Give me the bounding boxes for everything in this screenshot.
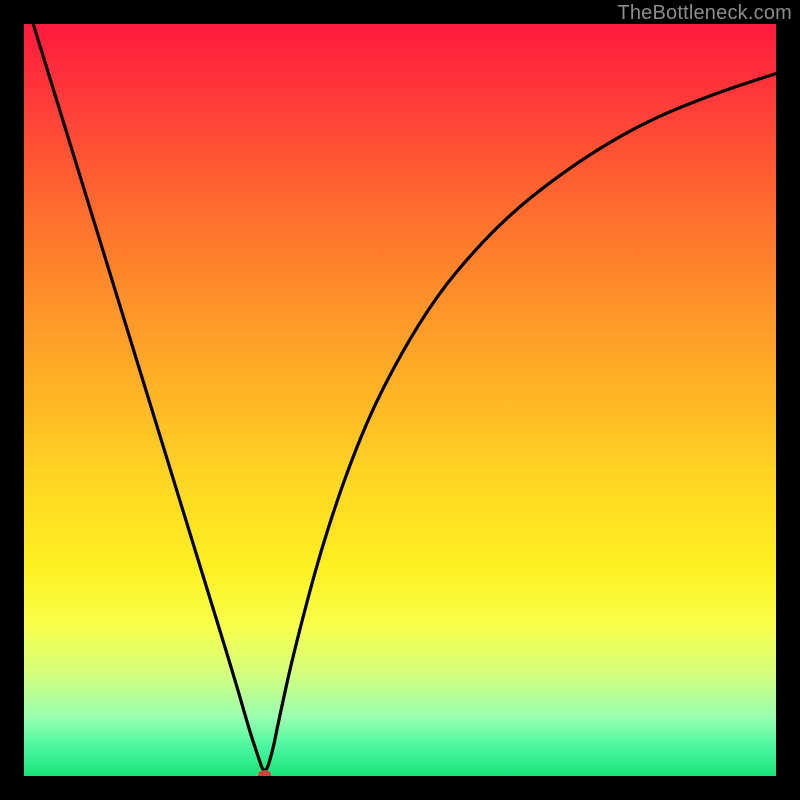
bottleneck-curve (24, 24, 776, 776)
chart-frame (24, 24, 776, 776)
watermark-label: TheBottleneck.com (617, 2, 792, 25)
minimum-marker-icon (258, 770, 271, 776)
